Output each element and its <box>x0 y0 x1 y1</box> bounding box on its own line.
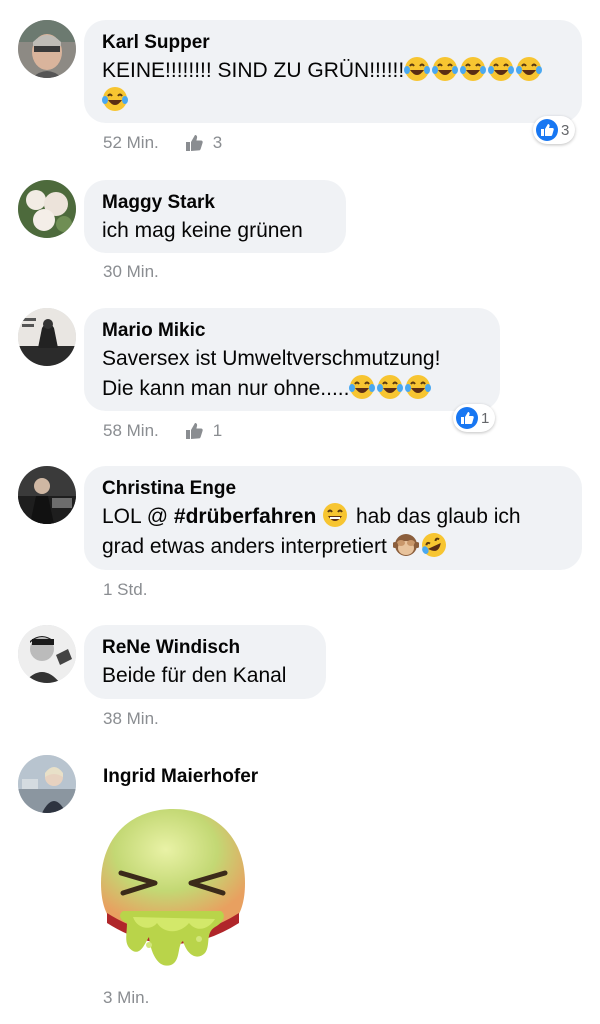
rofl-emoji-icon <box>421 532 447 558</box>
tears-of-joy-emoji-icon <box>102 86 128 112</box>
comment-time[interactable]: 58 Min. <box>103 421 159 441</box>
comment-meta: 30 Min. <box>103 262 159 282</box>
grinning-squinting-emoji-icon <box>322 502 348 528</box>
reaction-badge[interactable]: 1 <box>453 404 496 432</box>
avatar[interactable] <box>18 755 76 813</box>
comment-meta: 52 Min. 3 <box>103 133 222 153</box>
comment-time[interactable]: 30 Min. <box>103 262 159 282</box>
comment-time[interactable]: 38 Min. <box>103 709 159 729</box>
comment-text: Saversex ist Umweltverschmutzung! Die kan… <box>102 347 441 400</box>
comment-meta: 38 Min. <box>103 709 159 729</box>
comment-text: ich mag keine grünen <box>102 219 303 242</box>
comment-author[interactable]: Christina Enge <box>102 476 564 502</box>
comment-time[interactable]: 3 Min. <box>103 988 149 1008</box>
thumbs-up-icon <box>185 423 203 439</box>
comment-author[interactable]: Maggy Stark <box>102 190 328 216</box>
tears-of-joy-emoji-icon <box>516 56 543 82</box>
comment-author[interactable]: ReNe Windisch <box>102 635 308 661</box>
reaction-badge[interactable]: 3 <box>533 116 576 144</box>
tears-of-joy-emoji-icon <box>349 374 376 400</box>
tears-of-joy-emoji-icon <box>432 56 459 82</box>
comment-bubble: Karl Supper KEINE!!!!!!!! SIND ZU GRÜN!!… <box>84 20 582 123</box>
avatar[interactable] <box>18 308 76 366</box>
comment-author[interactable]: Mario Mikic <box>102 318 482 344</box>
thumbs-up-icon <box>185 135 203 151</box>
tears-of-joy-emoji-icon <box>460 56 487 82</box>
avatar[interactable] <box>18 20 76 78</box>
tears-of-joy-emoji-icon <box>405 374 432 400</box>
comment-meta: 58 Min. 1 <box>103 421 222 441</box>
comment-bubble: Christina Enge LOL @ #drüberfahren hab d… <box>84 466 582 570</box>
like-reaction-icon <box>456 407 478 429</box>
comment-time[interactable]: 52 Min. <box>103 133 159 153</box>
comment-bubble: Mario Mikic Saversex ist Umweltverschmut… <box>84 308 500 411</box>
avatar[interactable] <box>18 466 76 524</box>
comment-text: LOL @ #drüberfahren hab das glaub ich gra… <box>102 502 564 562</box>
comment-author[interactable]: Karl Supper <box>102 30 564 56</box>
nauseated-face-sticker[interactable] <box>93 805 253 975</box>
like-reaction-icon <box>536 119 558 141</box>
comment-bubble: Maggy Stark ich mag keine grünen <box>84 180 346 253</box>
avatar[interactable] <box>18 180 76 238</box>
comment-text: KEINE!!!!!!!! SIND ZU GRÜN!!!!!! <box>102 56 564 116</box>
comment-meta: 3 Min. <box>103 988 149 1008</box>
comment-text: Beide für den Kanal <box>102 664 287 687</box>
tears-of-joy-emoji-icon <box>488 56 515 82</box>
tears-of-joy-emoji-icon <box>377 374 404 400</box>
comment-author[interactable]: Ingrid Maierhofer <box>103 764 258 790</box>
avatar[interactable] <box>18 625 76 683</box>
hashtag-link[interactable]: #drüberfahren <box>174 505 316 528</box>
see-no-evil-monkey-emoji-icon <box>392 532 419 558</box>
reaction-count: 1 <box>481 409 490 427</box>
tears-of-joy-emoji-icon <box>404 56 431 82</box>
like-count[interactable]: 3 <box>185 133 222 153</box>
comment-bubble: ReNe Windisch Beide für den Kanal <box>84 625 326 699</box>
comment-meta: 1 Std. <box>103 580 147 600</box>
reaction-count: 3 <box>561 121 570 139</box>
like-count[interactable]: 1 <box>185 421 222 441</box>
comment-time[interactable]: 1 Std. <box>103 580 147 600</box>
